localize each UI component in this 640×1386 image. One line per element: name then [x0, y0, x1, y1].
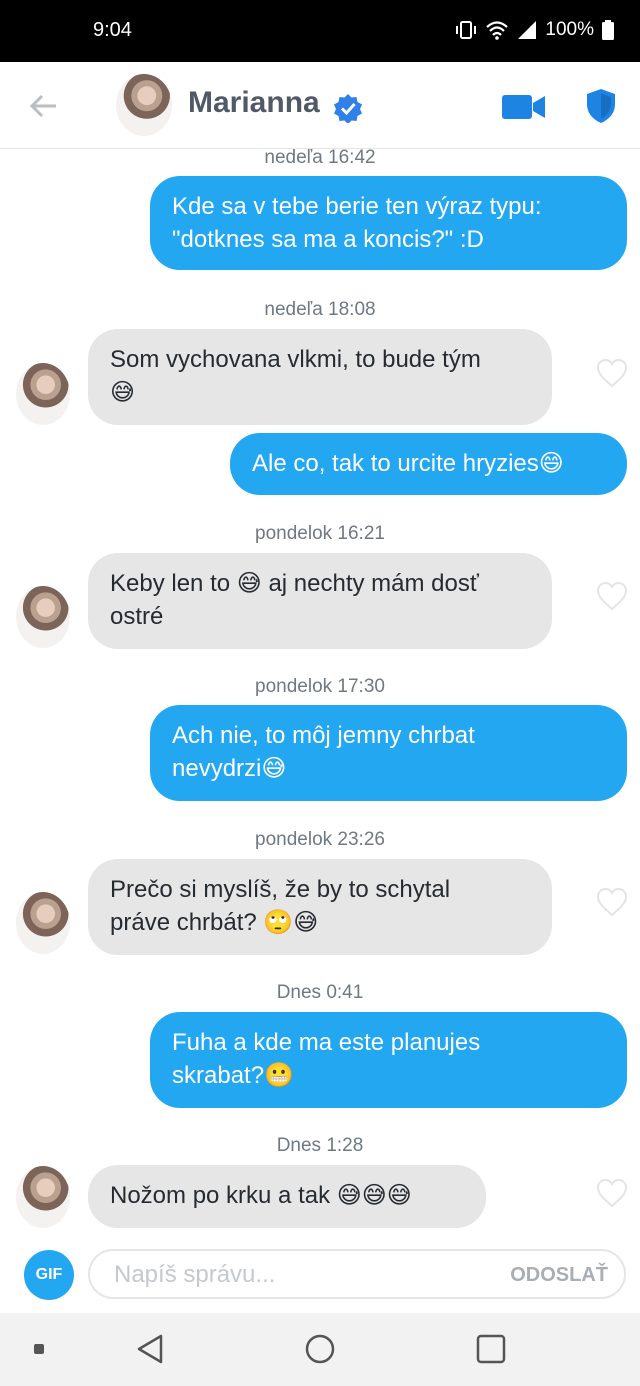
contact-name[interactable]: Marianna	[188, 86, 320, 120]
send-button[interactable]: ODOSLAŤ	[510, 1264, 608, 1287]
outgoing-message[interactable]: Fuha a kde ma este planujes skrabat?😬	[150, 1012, 627, 1108]
like-heart-icon[interactable]	[596, 1178, 628, 1208]
recents-dot-icon[interactable]	[34, 1344, 44, 1354]
sender-avatar[interactable]	[16, 586, 70, 648]
like-heart-icon[interactable]	[596, 581, 628, 611]
message-line: práve chrbát? 🙄😅	[110, 909, 319, 936]
outgoing-message[interactable]: Kde sa v tebe berie ten výraz typu: "dot…	[150, 176, 627, 270]
incoming-message[interactable]: Keby len to 😅 aj nechty mám dosť ostré	[88, 553, 552, 649]
back-icon[interactable]	[28, 90, 60, 122]
contact-avatar[interactable]	[116, 74, 172, 136]
message-line: 😅	[110, 379, 136, 406]
signal-icon	[518, 21, 537, 39]
message-line: "dotknes sa ma a koncis?" :D	[172, 226, 484, 253]
safety-shield-icon[interactable]	[585, 88, 617, 124]
message-composer: GIF Napíš správu... ODOSLAŤ	[0, 1235, 640, 1313]
home-circle-icon[interactable]	[304, 1333, 336, 1365]
overview-square-icon[interactable]	[476, 1334, 506, 1364]
status-time: 9:04	[93, 19, 132, 41]
wifi-icon	[486, 21, 509, 40]
system-navigation-bar	[0, 1313, 640, 1386]
incoming-message[interactable]: Prečo si myslíš, že by to schytal práve …	[88, 859, 552, 955]
back-triangle-icon[interactable]	[136, 1333, 164, 1365]
message-input[interactable]: Napíš správu... ODOSLAŤ	[88, 1249, 626, 1299]
sender-avatar[interactable]	[16, 363, 70, 425]
timestamp: pondelok 17:30	[255, 676, 385, 697]
gif-button[interactable]: GIF	[24, 1250, 74, 1300]
message-line: Ach nie, to môj jemny chrbat	[172, 722, 475, 749]
status-icons: 100%	[455, 19, 614, 41]
timestamp: pondelok 16:21	[255, 523, 385, 544]
message-line: Prečo si myslíš, že by to schytal	[110, 876, 451, 903]
sender-avatar[interactable]	[16, 892, 70, 954]
battery-percent: 100%	[545, 19, 594, 40]
message-line: Nožom po krku a tak 😅😅😅	[110, 1182, 412, 1209]
incoming-message[interactable]: Nožom po krku a tak 😅😅😅	[88, 1165, 486, 1228]
message-line: nevydrzi😅	[172, 755, 287, 782]
verified-badge-icon	[334, 94, 362, 123]
incoming-message[interactable]: Som vychovana vlkmi, to bude tým 😅	[88, 329, 552, 425]
timestamp: Dnes 1:28	[276, 1135, 364, 1156]
timestamp: nedeľa 18:08	[264, 299, 376, 320]
message-line: ostré	[110, 603, 164, 630]
message-line: Som vychovana vlkmi, to bude tým	[110, 346, 481, 373]
outgoing-message[interactable]: Ach nie, to môj jemny chrbat nevydrzi😅	[150, 705, 627, 801]
status-bar: 9:04 100%	[0, 0, 640, 62]
message-line: Kde sa v tebe berie ten výraz typu:	[172, 193, 542, 220]
chat-header: Marianna	[0, 62, 640, 149]
message-line: skrabat?😬	[172, 1062, 294, 1089]
battery-icon	[602, 20, 614, 40]
message-line: Fuha a kde ma este planujes	[172, 1029, 481, 1056]
like-heart-icon[interactable]	[596, 887, 628, 917]
message-line: Ale co, tak to urcite hryzies😄	[252, 450, 564, 477]
like-heart-icon[interactable]	[596, 358, 628, 388]
vibrate-icon	[456, 21, 477, 39]
timestamp: nedeľa 16:42	[264, 149, 376, 168]
sender-avatar[interactable]	[16, 1166, 70, 1228]
timestamp: Dnes 0:41	[276, 982, 364, 1003]
message-line: Keby len to 😅 aj nechty mám dosť	[110, 570, 479, 597]
message-input-placeholder: Napíš správu...	[114, 1261, 276, 1288]
message-list[interactable]: nedeľa 16:42 Kde sa v tebe berie ten výr…	[0, 149, 640, 1235]
video-call-icon[interactable]	[502, 94, 546, 120]
outgoing-message[interactable]: Ale co, tak to urcite hryzies😄	[230, 433, 627, 495]
timestamp: pondelok 23:26	[255, 829, 385, 850]
